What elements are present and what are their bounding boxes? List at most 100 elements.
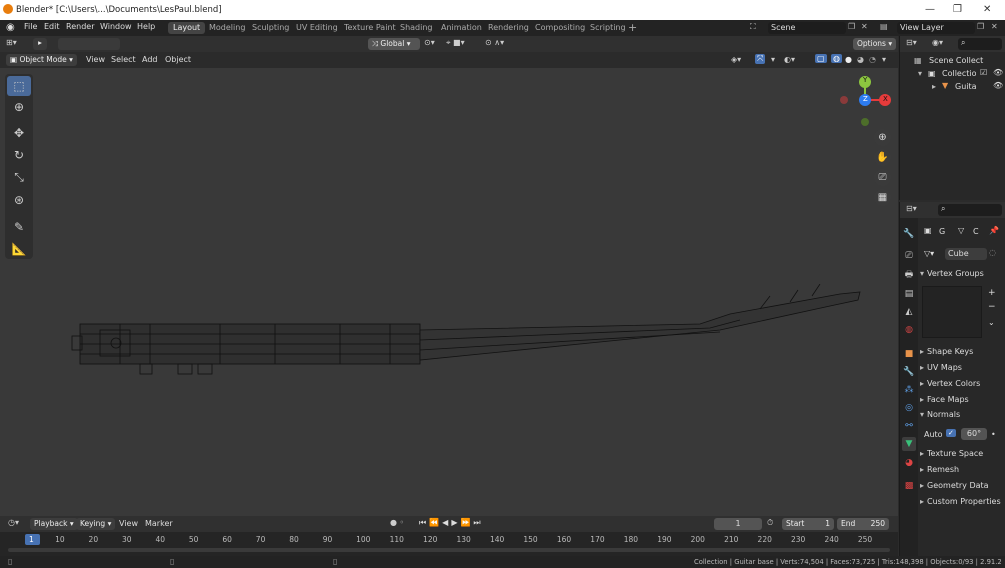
solid-shading-icon[interactable]: ●	[845, 55, 852, 64]
object-mode-select[interactable]: ▣ Object Mode ▾	[6, 54, 77, 66]
gizmo-dropdown-icon[interactable]: ▾	[771, 55, 775, 64]
tab-texture-paint[interactable]: Texture Paint	[339, 22, 401, 34]
tab-scripting[interactable]: Scripting	[585, 22, 631, 34]
mesh-browse-icon[interactable]: ▽▾	[924, 249, 934, 258]
shading-dropdown-icon[interactable]: ▾	[882, 55, 886, 64]
tab-compositing[interactable]: Compositing	[530, 22, 590, 34]
tab-rendering[interactable]: Rendering	[483, 22, 534, 34]
transform-tool-icon[interactable]: ⊛	[7, 190, 31, 210]
timeline-view-menu[interactable]: View	[119, 519, 138, 528]
object-expand-icon[interactable]: ▸	[932, 82, 936, 91]
stopwatch-icon[interactable]: ⏱	[767, 518, 773, 528]
overlay-icon[interactable]: ◐▾	[784, 55, 795, 64]
proportional-edit-icon[interactable]: ⊙ ∧▾	[485, 38, 504, 47]
editor-type-icon[interactable]: ⊞▾	[6, 38, 17, 47]
panel-vertex-colors[interactable]: ▸ Vertex Colors	[920, 379, 1004, 393]
rotate-tool-icon[interactable]: ↻	[7, 145, 31, 165]
particles-tab-icon[interactable]: ⁂	[902, 383, 916, 397]
menu-object[interactable]: Object	[165, 55, 191, 64]
options-dropdown[interactable]: Options ▾	[853, 38, 897, 50]
view-layer-remove-icon[interactable]: ✕	[991, 22, 998, 31]
material-tab-icon[interactable]: ◕	[902, 456, 916, 470]
collection-checkbox[interactable]: ☑	[980, 68, 987, 77]
select-tool-icon[interactable]: ▸	[33, 38, 47, 50]
panel-uv-maps[interactable]: ▸ UV Maps	[920, 363, 1004, 377]
scene-remove-icon[interactable]: ✕	[861, 22, 868, 31]
menu-file[interactable]: File	[24, 22, 37, 31]
world-tab-icon[interactable]: ◍	[902, 323, 916, 337]
timeline-scrollbar[interactable]	[8, 548, 890, 552]
tab-sculpting[interactable]: Sculpting	[247, 22, 294, 34]
fake-user-icon[interactable]: ◌	[989, 248, 996, 257]
end-frame-field[interactable]: End 250	[837, 518, 889, 530]
scene-copy-icon[interactable]: ❐	[848, 22, 855, 31]
scene-tab-icon[interactable]: ◭	[902, 305, 916, 319]
current-frame-field[interactable]: 1	[714, 518, 762, 530]
playback-controls[interactable]: ⏮⏪◀▶⏩⏭	[419, 518, 484, 528]
vertex-group-specials-icon[interactable]: ⌄	[988, 318, 995, 327]
record-icon[interactable]: ● ◦	[390, 518, 404, 527]
tool-tab-icon[interactable]: 🔧	[902, 227, 916, 241]
zoom-icon[interactable]: ⊕	[874, 129, 891, 146]
tab-uv-editing[interactable]: UV Editing	[291, 22, 343, 34]
pan-hand-icon[interactable]: ✋	[874, 149, 891, 166]
angle-keyframe-dot[interactable]: •	[991, 430, 996, 439]
marker-menu[interactable]: Marker	[145, 519, 173, 528]
collection-label[interactable]: Collection	[942, 69, 976, 78]
select-box-tool-icon[interactable]: ⬚	[7, 76, 31, 96]
render-tab-icon[interactable]: ⎚	[902, 249, 916, 263]
measure-tool-icon[interactable]: 📐	[7, 239, 31, 259]
panel-custom-properties[interactable]: ▸ Custom Properties	[920, 497, 1004, 511]
modifier-tab-icon[interactable]: 🔧	[902, 365, 916, 379]
ortho-grid-icon[interactable]: ▦	[874, 189, 891, 206]
minimize-button[interactable]: —	[925, 4, 935, 15]
auto-smooth-angle-field[interactable]: 60°	[961, 428, 987, 440]
texture-tab-icon[interactable]: ▩	[902, 479, 916, 493]
view-layer-field[interactable]: View Layer	[897, 22, 975, 34]
xray-icon[interactable]: ▢	[815, 54, 827, 63]
tab-modeling[interactable]: Modeling	[204, 22, 250, 34]
keying-menu[interactable]: Keying ▾	[76, 518, 116, 530]
close-button[interactable]: ✕	[983, 4, 991, 15]
outliner-filter-icon[interactable]: ◉▾	[932, 38, 943, 47]
properties-search[interactable]: ⌕	[938, 204, 1002, 216]
menu-view[interactable]: View	[86, 55, 105, 64]
timeline-editor-icon[interactable]: ◷▾	[8, 518, 19, 527]
panel-vertex-groups[interactable]: ▾ Vertex Groups	[920, 269, 1004, 283]
view-layer-icon[interactable]: ▤	[880, 22, 888, 31]
tab-shading[interactable]: Shading	[395, 22, 438, 34]
context-object-label[interactable]: G	[939, 227, 945, 236]
select-mode-buttons[interactable]	[58, 38, 120, 50]
panel-normals[interactable]: ▾ Normals	[920, 410, 1004, 424]
add-workspace-icon[interactable]: +	[628, 21, 637, 34]
3d-viewport[interactable]: ⬚ ⊕ ✥ ↻ ⤡ ⊛ ✎ 📐 Y Z X ⊕ ✋ ⎚ ▦	[0, 68, 898, 516]
object-eye-icon[interactable]: 👁	[993, 81, 1003, 90]
scene-field[interactable]: Scene	[768, 22, 846, 34]
blender-menu-icon[interactable]: ◉	[6, 22, 15, 33]
panel-geometry-data[interactable]: ▸ Geometry Data	[920, 481, 1004, 495]
annotate-tool-icon[interactable]: ✎	[7, 217, 31, 237]
move-tool-icon[interactable]: ✥	[7, 123, 31, 143]
outliner-search[interactable]: ⌕	[958, 38, 1002, 50]
collection-eye-icon[interactable]: 👁	[993, 68, 1003, 77]
tab-layout[interactable]: Layout	[168, 22, 206, 34]
mesh-name-field[interactable]: Cube	[945, 248, 987, 260]
tab-animation[interactable]: Animation	[436, 22, 487, 34]
constraints-tab-icon[interactable]: ⚯	[902, 419, 916, 433]
output-tab-icon[interactable]: 🖶	[902, 268, 916, 282]
object-tab-icon[interactable]: ■	[902, 347, 916, 361]
outliner-editor-icon[interactable]: ⊟▾	[906, 38, 917, 47]
rendered-shading-icon[interactable]: ◔	[869, 55, 876, 64]
menu-window[interactable]: Window	[100, 22, 132, 31]
mesh-data-tab-icon[interactable]: ▼	[902, 437, 916, 451]
pivot-icon[interactable]: ⊙▾	[424, 38, 435, 47]
material-shading-icon[interactable]: ◕	[857, 55, 864, 64]
guitar-wireframe[interactable]	[60, 284, 870, 384]
maximize-button[interactable]: ❐	[953, 4, 962, 15]
camera-icon[interactable]: ⎚	[874, 169, 891, 186]
panel-shape-keys[interactable]: ▸ Shape Keys	[920, 347, 1004, 361]
vertex-groups-list[interactable]	[922, 286, 982, 338]
physics-tab-icon[interactable]: ◎	[902, 401, 916, 415]
outliner[interactable]: ⊟▾ ◉▾ ⌕ ▦ Scene Collect ▾ ▣ Collection ☑…	[899, 36, 1005, 200]
scale-tool-icon[interactable]: ⤡	[7, 167, 31, 187]
